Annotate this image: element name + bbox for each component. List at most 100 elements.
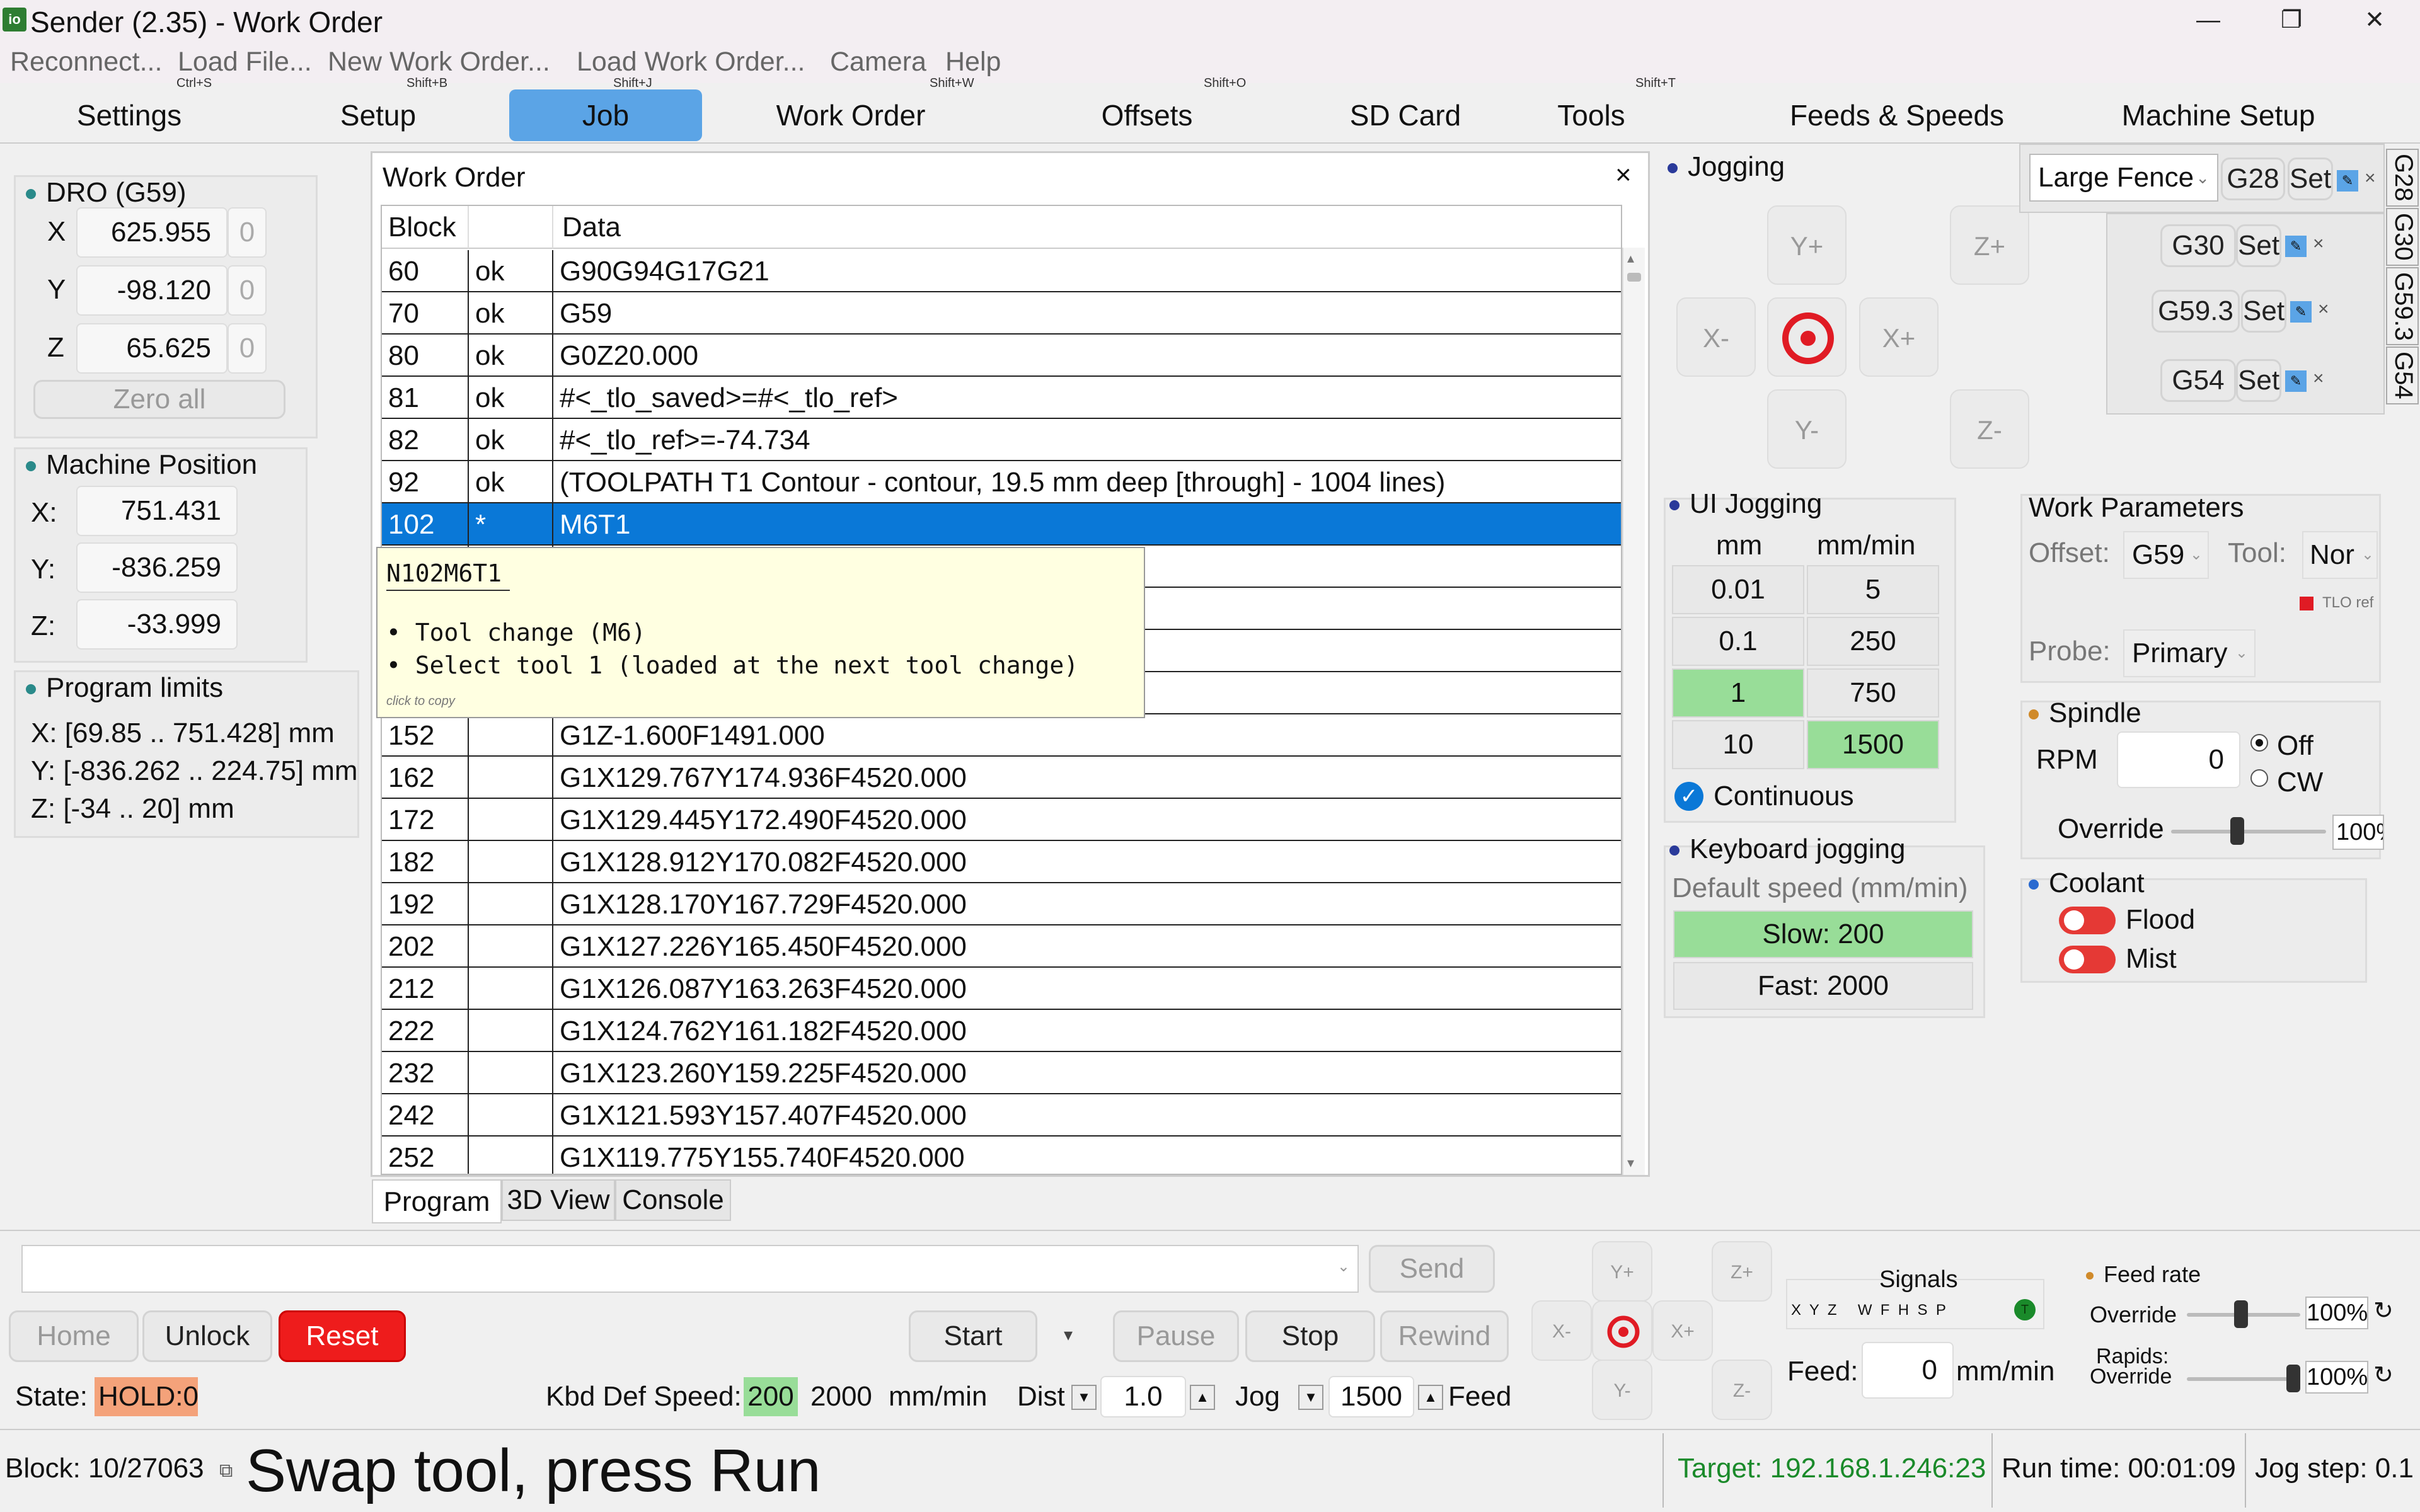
start-button[interactable]: Start: [909, 1310, 1037, 1362]
scroll-thumb[interactable]: [1627, 273, 1641, 282]
scroll-down-icon[interactable]: ▾: [1627, 1155, 1634, 1171]
continuous-checkbox[interactable]: ✓: [1674, 782, 1703, 811]
mini-jog-home-button[interactable]: [1592, 1300, 1652, 1361]
g59-3-set-button[interactable]: Set: [2241, 290, 2286, 333]
menu-help[interactable]: Help: [945, 47, 1001, 77]
scroll-up-icon[interactable]: ▴: [1627, 250, 1634, 266]
jog-input[interactable]: 1500: [1328, 1376, 1414, 1418]
table-row[interactable]: 82 ok #<_tlo_ref>=-74.734: [382, 419, 1621, 461]
mini-jog-x-minus[interactable]: X-: [1531, 1300, 1592, 1361]
rpm-input[interactable]: 0: [2117, 731, 2240, 788]
dist-up-icon[interactable]: ▲: [1190, 1385, 1215, 1410]
table-row[interactable]: 202 G1X127.226Y165.450F4520.000: [382, 925, 1621, 968]
home-button[interactable]: Home: [9, 1310, 139, 1362]
table-row[interactable]: 60 ok G90G94G17G21: [382, 250, 1621, 292]
tab-settings[interactable]: Settings Ctrl+S: [38, 77, 221, 141]
dist-input[interactable]: 1.0: [1100, 1376, 1186, 1418]
ui-jog-step-01[interactable]: 0.1: [1672, 617, 1804, 666]
mist-toggle[interactable]: [2059, 946, 2116, 973]
kbd-fast-speed[interactable]: Fast: 2000: [1673, 962, 1973, 1010]
g28-goto-button[interactable]: G28: [2221, 158, 2285, 200]
rewind-button[interactable]: Rewind: [1380, 1310, 1509, 1362]
reset-button[interactable]: Reset: [279, 1310, 406, 1362]
menu-load-file[interactable]: Load File...: [178, 47, 312, 77]
table-row[interactable]: 81 ok #<_tlo_saved>=#<_tlo_ref>: [382, 377, 1621, 419]
spindle-override-value[interactable]: 100%: [2332, 815, 2384, 850]
tab-machine-setup[interactable]: Machine Setup: [2111, 89, 2325, 141]
mini-jog-x-plus[interactable]: X+: [1652, 1300, 1713, 1361]
close-button[interactable]: ✕: [2343, 3, 2406, 38]
remove-icon[interactable]: ×: [2313, 233, 2324, 255]
ui-jog-speed-5[interactable]: 5: [1807, 565, 1939, 614]
menu-load-work-order[interactable]: Load Work Order...: [577, 47, 805, 77]
kbd-slow-speed[interactable]: Slow: 200: [1673, 910, 1973, 958]
table-row[interactable]: 70 ok G59: [382, 292, 1621, 335]
g59-3-goto-button[interactable]: G59.3: [2152, 290, 2240, 333]
tab-job[interactable]: Job Shift+J: [509, 77, 702, 141]
mini-jog-z-plus[interactable]: Z+: [1712, 1241, 1772, 1302]
start-dropdown-icon[interactable]: ▾: [1064, 1324, 1073, 1345]
g54-goto-button[interactable]: G54: [2160, 359, 2236, 402]
g30-set-button[interactable]: Set: [2236, 224, 2281, 267]
vtab-g28[interactable]: G28: [2386, 149, 2419, 207]
ui-jog-speed-250[interactable]: 250: [1807, 617, 1939, 666]
remove-icon[interactable]: ×: [2365, 168, 2376, 189]
jog-z-plus-button[interactable]: Z+: [1950, 205, 2029, 285]
ui-jog-step-10[interactable]: 10: [1672, 720, 1804, 769]
remove-icon[interactable]: ×: [2318, 299, 2329, 320]
vtab-g59-3[interactable]: G59.3: [2386, 267, 2419, 345]
unlock-button[interactable]: Unlock: [142, 1310, 272, 1362]
table-row[interactable]: 212 G1X126.087Y163.263F4520.000: [382, 968, 1621, 1010]
tab-sd-card[interactable]: SD Card: [1342, 89, 1468, 141]
mini-jog-z-minus[interactable]: Z-: [1712, 1360, 1772, 1420]
remove-icon[interactable]: ×: [2313, 368, 2324, 389]
menu-new-work-order[interactable]: New Work Order...: [328, 47, 550, 77]
probe-select[interactable]: Primary ⌄: [2123, 629, 2256, 677]
menu-camera[interactable]: Camera: [830, 47, 926, 77]
pin-icon[interactable]: ✎: [2285, 236, 2307, 257]
feed-override-reset-icon[interactable]: ↻: [2373, 1297, 2394, 1325]
dro-z-zero[interactable]: 0: [228, 323, 267, 374]
dro-y-zero[interactable]: 0: [228, 265, 267, 316]
minimize-button[interactable]: —: [2177, 3, 2240, 38]
vtab-g54[interactable]: G54: [2386, 346, 2419, 404]
table-row[interactable]: 222 G1X124.762Y161.182F4520.000: [382, 1010, 1621, 1052]
pin-icon[interactable]: ✎: [2337, 170, 2358, 192]
table-row[interactable]: 192 G1X128.170Y167.729F4520.000: [382, 883, 1621, 925]
table-row[interactable]: 162 G1X129.767Y174.936F4520.000: [382, 757, 1621, 799]
pause-button[interactable]: Pause: [1113, 1310, 1239, 1362]
work-order-close-icon[interactable]: ×: [1615, 159, 1632, 191]
jog-y-minus-button[interactable]: Y-: [1767, 389, 1847, 469]
jog-z-minus-button[interactable]: Z-: [1950, 389, 2029, 469]
tool-select[interactable]: Nor ⌄: [2302, 531, 2378, 579]
spindle-cw-radio[interactable]: [2250, 769, 2268, 787]
g30-goto-button[interactable]: G30: [2160, 224, 2236, 267]
vtab-g30[interactable]: G30: [2386, 208, 2419, 266]
table-row[interactable]: 252 G1X119.775Y155.740F4520.000: [382, 1137, 1621, 1174]
pin-icon[interactable]: ✎: [2290, 301, 2312, 323]
dro-y-value[interactable]: -98.120: [76, 265, 228, 316]
table-row[interactable]: 242 G1X121.593Y157.407F4520.000: [382, 1094, 1621, 1137]
table-scrollbar[interactable]: ▴ ▾: [1622, 248, 1645, 1175]
mini-jog-y-plus[interactable]: Y+: [1592, 1241, 1652, 1302]
tab-tools[interactable]: Tools Shift+T: [1544, 77, 1676, 141]
rapids-override-slider[interactable]: [2187, 1377, 2300, 1381]
pin-icon[interactable]: ✎: [2285, 370, 2307, 392]
tab-offsets[interactable]: Offsets Shift+O: [1090, 77, 1247, 141]
spindle-override-slider[interactable]: [2171, 830, 2326, 833]
g28-set-button[interactable]: Set: [2288, 158, 2333, 200]
spindle-off-radio[interactable]: [2250, 734, 2268, 752]
ui-jog-speed-1500[interactable]: 1500: [1807, 720, 1939, 769]
preset-select[interactable]: Large Fence ⌄: [2029, 154, 2218, 202]
table-row[interactable]: 172 G1X129.445Y172.490F4520.000: [382, 799, 1621, 841]
jog-x-plus-button[interactable]: X+: [1859, 297, 1939, 377]
jog-down-icon[interactable]: ▼: [1298, 1385, 1323, 1410]
table-row[interactable]: 102 * M6T1: [382, 503, 1621, 546]
menu-reconnect[interactable]: Reconnect...: [10, 47, 162, 77]
table-row[interactable]: 152 G1Z-1.600F1491.000: [382, 714, 1621, 757]
flood-toggle[interactable]: [2059, 907, 2116, 934]
jog-up-icon[interactable]: ▲: [1418, 1385, 1443, 1410]
table-row[interactable]: 92 ok (TOOLPATH T1 Contour - contour, 19.5…: [382, 461, 1621, 503]
rapids-override-reset-icon[interactable]: ↻: [2373, 1361, 2394, 1389]
offset-select[interactable]: G59 ⌄: [2123, 531, 2209, 579]
